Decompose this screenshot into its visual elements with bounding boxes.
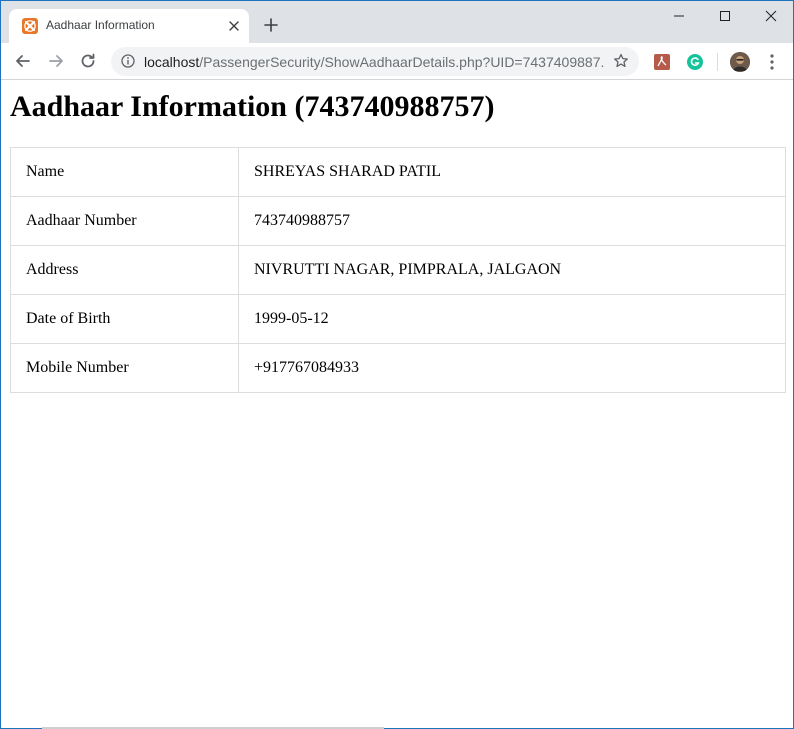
info-icon[interactable] bbox=[121, 54, 135, 68]
tab-title: Aadhaar Information bbox=[46, 18, 155, 32]
pdf-extension-icon[interactable] bbox=[653, 53, 671, 71]
star-icon[interactable] bbox=[613, 53, 629, 69]
table-row: Aadhaar Number 743740988757 bbox=[10, 196, 786, 246]
tab-strip: Aadhaar Information bbox=[1, 1, 793, 43]
row-value: NIVRUTTI NAGAR, PIMPRALA, JALGAON bbox=[238, 245, 786, 295]
row-label: Name bbox=[10, 147, 239, 197]
table-row: Date of Birth 1999-05-12 bbox=[10, 294, 786, 344]
table-row: Address NIVRUTTI NAGAR, PIMPRALA, JALGAO… bbox=[10, 245, 786, 295]
browser-window: Aadhaar Information localhost/PassengerS… bbox=[0, 0, 794, 729]
row-label: Address bbox=[10, 245, 239, 295]
row-value: +917767084933 bbox=[238, 343, 786, 393]
avatar[interactable] bbox=[730, 52, 750, 72]
aadhaar-info-table: Name SHREYAS SHARAD PATIL Aadhaar Number… bbox=[10, 147, 786, 393]
address-bar[interactable]: localhost/PassengerSecurity/ShowAadhaarD… bbox=[111, 47, 639, 76]
reload-icon[interactable] bbox=[78, 51, 98, 71]
browser-tab[interactable]: Aadhaar Information bbox=[9, 9, 249, 43]
minimize-icon[interactable] bbox=[656, 1, 702, 31]
browser-toolbar: localhost/PassengerSecurity/ShowAadhaarD… bbox=[1, 43, 793, 80]
url-path: /PassengerSecurity/ShowAadhaarDetails.ph… bbox=[199, 54, 604, 70]
window-close-icon[interactable] bbox=[748, 1, 793, 31]
close-icon[interactable] bbox=[227, 19, 241, 33]
table-row: Mobile Number +917767084933 bbox=[10, 343, 786, 393]
page-content: Aadhaar Information (743740988757) Name … bbox=[1, 81, 793, 728]
row-value: SHREYAS SHARAD PATIL bbox=[238, 147, 786, 197]
table-row: Name SHREYAS SHARAD PATIL bbox=[10, 147, 786, 197]
maximize-icon[interactable] bbox=[702, 1, 748, 31]
grammarly-icon[interactable] bbox=[686, 53, 704, 71]
xampp-icon bbox=[22, 18, 38, 34]
url-host: localhost bbox=[144, 54, 200, 70]
row-label: Mobile Number bbox=[10, 343, 239, 393]
row-value: 1999-05-12 bbox=[238, 294, 786, 344]
url-text[interactable]: localhost/PassengerSecurity/ShowAadhaarD… bbox=[144, 54, 604, 70]
page-title: Aadhaar Information (743740988757) bbox=[10, 90, 495, 123]
row-label: Aadhaar Number bbox=[10, 196, 239, 246]
row-label: Date of Birth bbox=[10, 294, 239, 344]
plus-icon[interactable] bbox=[261, 15, 281, 35]
row-value: 743740988757 bbox=[238, 196, 786, 246]
arrow-right-icon[interactable] bbox=[46, 51, 66, 71]
toolbar-separator bbox=[717, 53, 718, 71]
arrow-left-icon[interactable] bbox=[13, 51, 33, 71]
kebab-menu-icon[interactable] bbox=[765, 53, 779, 71]
